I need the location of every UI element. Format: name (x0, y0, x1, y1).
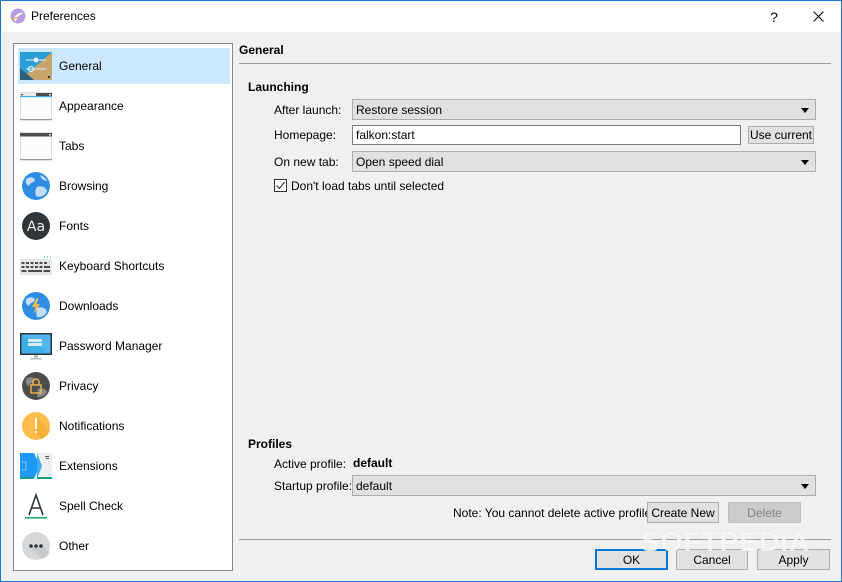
close-button[interactable] (795, 1, 841, 32)
sidebar-item-label: Extensions (59, 459, 118, 473)
sidebar-item-browsing[interactable]: Browsing (18, 168, 230, 204)
falkon-app-icon (10, 8, 26, 24)
sidebar-item-label: Downloads (59, 299, 119, 313)
general-icon (20, 52, 52, 80)
sidebar-item-tabs[interactable]: Tabs (18, 128, 230, 164)
homepage-value: falkon:start (356, 128, 415, 142)
new-tab-label: On new tab: (274, 155, 339, 169)
dont-load-tabs-checkbox[interactable] (274, 179, 287, 192)
chevron-down-icon (801, 160, 809, 165)
page-title: General (239, 43, 284, 57)
create-new-profile-button[interactable]: Create New (647, 502, 719, 523)
sidebar-item-keyboard-shortcuts[interactable]: Keyboard Shortcuts (18, 248, 230, 284)
downloads-icon (22, 292, 50, 320)
after-launch-value: Restore session (356, 103, 443, 117)
sidebar-item-label: Fonts (59, 219, 90, 233)
startup-profile-value: default (356, 479, 393, 493)
profile-note: Note: You cannot delete active profile. (453, 506, 655, 520)
globe-icon (22, 172, 50, 200)
monitor-icon (20, 333, 52, 360)
apply-button[interactable]: Apply (757, 549, 830, 570)
window-title: Preferences (31, 9, 96, 23)
profiles-group-title: Profiles (248, 437, 293, 451)
use-current-button[interactable]: Use current (748, 126, 814, 144)
sidebar-item-notifications[interactable]: Notifications (18, 408, 230, 444)
preferences-window: Preferences ? General Appearance Tabs Br… (0, 0, 842, 582)
chevron-down-icon (801, 108, 809, 113)
sidebar-item-label: Privacy (59, 379, 99, 393)
sidebar-item-privacy[interactable]: Privacy (18, 368, 230, 404)
fonts-icon: Aa (22, 212, 50, 240)
sidebar-item-label: Spell Check (59, 499, 124, 513)
sidebar-item-general[interactable]: General (18, 48, 230, 84)
extensions-icon (20, 453, 52, 479)
sidebar-item-extensions[interactable]: Extensions (18, 448, 230, 484)
sidebar-item-label: Appearance (59, 99, 124, 113)
sidebar-item-password-manager[interactable]: Password Manager (18, 328, 230, 364)
keyboard-icon (20, 256, 52, 275)
startup-profile-select[interactable]: default (352, 475, 816, 496)
tabs-icon (20, 132, 52, 161)
sidebar-item-label: Tabs (59, 139, 85, 153)
close-icon (812, 11, 824, 22)
lock-globe-icon (22, 372, 50, 400)
more-icon (22, 532, 50, 560)
sidebar-item-downloads[interactable]: Downloads (18, 288, 230, 324)
sidebar-item-other[interactable]: Other (18, 528, 230, 564)
new-tab-value: Open speed dial (356, 155, 444, 169)
sidebar-item-label: Password Manager (59, 339, 163, 353)
sidebar-item-spell-check[interactable]: Spell Check (18, 488, 230, 524)
homepage-input[interactable]: falkon:start (352, 125, 741, 145)
active-profile-label: Active profile: (274, 457, 347, 471)
startup-profile-label: Startup profile: (274, 479, 353, 493)
sidebar-item-appearance[interactable]: Appearance (18, 88, 230, 124)
title-divider (239, 63, 831, 64)
new-tab-select[interactable]: Open speed dial (352, 151, 816, 172)
active-profile-value: default (353, 456, 393, 470)
sidebar-item-label: Other (59, 539, 90, 553)
sidebar-item-label: Browsing (59, 179, 109, 193)
chevron-down-icon (801, 484, 809, 489)
cancel-button[interactable]: Cancel (676, 549, 748, 570)
launching-group-title: Launching (248, 80, 309, 94)
warning-icon (22, 412, 50, 440)
delete-profile-button: Delete (728, 502, 801, 523)
homepage-label: Homepage: (274, 128, 337, 142)
svg-text:Aa: Aa (27, 219, 45, 235)
sidebar-item-fonts[interactable]: Aa Fonts (18, 208, 230, 244)
title-bar: Preferences ? (1, 1, 841, 32)
dont-load-tabs-label[interactable]: Don't load tabs until selected (291, 179, 444, 193)
help-button[interactable]: ? (759, 1, 789, 32)
footer-divider (239, 539, 831, 540)
help-icon: ? (770, 8, 778, 25)
after-launch-select[interactable]: Restore session (352, 99, 816, 120)
after-launch-label: After launch: (274, 103, 342, 117)
appearance-icon (20, 92, 52, 121)
ok-button[interactable]: OK (595, 549, 668, 570)
sidebar-item-label: General (59, 59, 102, 73)
sidebar-item-label: Keyboard Shortcuts (59, 259, 165, 273)
sidebar-item-label: Notifications (59, 419, 125, 433)
spell-check-icon (25, 492, 47, 519)
category-list[interactable]: General Appearance Tabs Browsing Aa Font… (13, 43, 233, 571)
checkmark-icon (276, 181, 285, 190)
